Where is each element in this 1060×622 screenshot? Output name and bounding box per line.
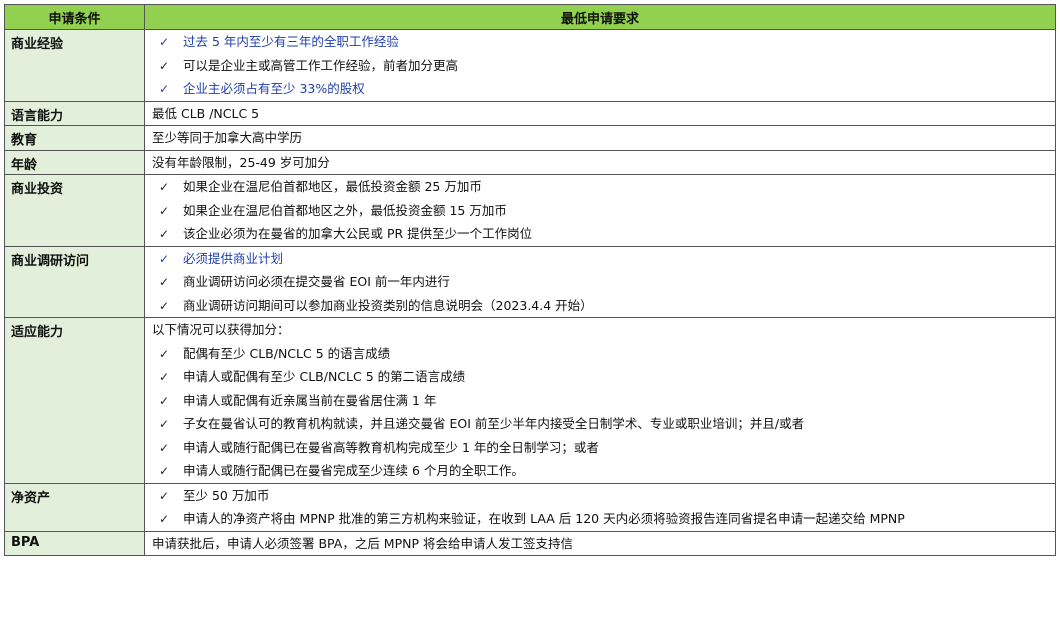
requirement-cell: 最低 CLB /NCLC 5 [144,100,1056,126]
requirement-text: 申请获批后，申请人必须签署 BPA，之后 MPNP 将会给申请人发工签支持信 [152,535,573,551]
condition-label: 教育 [4,125,145,151]
requirement-item-text: 必须提供商业计划 [183,250,284,266]
requirements-table: 申请条件 最低申请要求 商业经验 ✓ 过去 5 年内至少有三年的全职工作经验 ✓ 可以是… [4,4,1056,556]
requirement-item: ✓ 过去 5 年内至少有三年的全职工作经验 [145,30,1055,54]
table-row: 适应能力 以下情况可以获得加分： ✓ 配偶有至少 CLB/NCLC 5 的语言成绩 ✓ 申… [4,317,1056,484]
checkmark-icon: ✓ [158,275,170,289]
table-row: BPA 申请获批后，申请人必须签署 BPA，之后 MPNP 将会给申请人发工签支持… [4,530,1056,556]
checkmark-icon: ✓ [158,417,170,431]
checkmark-icon: ✓ [158,180,170,194]
condition-label: 商业投资 [4,174,145,247]
checkmark-icon: ✓ [158,440,170,455]
table-row: 商业投资 ✓ 如果企业在温尼伯首都地区，最低投资金额 25 万加币 ✓ 如果企业在温尼伯… [4,174,1056,247]
requirement-text: 最低 CLB /NCLC 5 [152,105,260,121]
requirement-item: ✓ 申请人的净资产将由 MPNP 批准的第三方机构来验证，在收到 LAA 后 12… [145,507,1055,531]
requirement-cell: 没有年龄限制，25-49 岁可加分 [144,149,1056,175]
checkmark-icon: ✓ [158,488,170,503]
header-condition: 申请条件 [4,4,145,30]
table-header-row: 申请条件 最低申请要求 [4,4,1056,30]
requirement-item: ✓ 申请人或随行配偶已在曼省高等教育机构完成至少 1 年的全日制学习；或者 [145,436,1055,460]
requirement-item: ✓ 该企业必须为在曼省的加拿大公民或 PR 提供至少一个工作岗位 [145,222,1055,246]
requirement-item: ✓ 必须提供商业计划 [145,247,1055,271]
condition-label: 商业经验 [4,29,145,102]
checkmark-icon: ✓ [158,35,170,49]
requirement-item: ✓ 子女在曼省认可的教育机构就读，并且递交曼省 EOI 前至少半年内接受全日制学术… [145,412,1055,436]
requirement-item: ✓ 如果企业在温尼伯首都地区，最低投资金额 25 万加币 [145,175,1055,199]
requirement-item-text: 企业主必须占有至少 33%的股权 [183,81,365,96]
requirement-item-text: 子女在曼省认可的教育机构就读，并且递交曼省 EOI 前至少半年内接受全日制学术、… [183,416,805,431]
requirement-item-text: 可以是企业主或高管工作工作经验，前者加分更高 [183,57,459,73]
condition-label: 净资产 [4,482,145,532]
requirement-item: ✓ 申请人或配偶有近亲属当前在曼省居住满 1 年 [145,389,1055,413]
requirement-item-text: 如果企业在温尼伯首都地区，最低投资金额 25 万加币 [183,179,482,194]
requirement-item: ✓ 企业主必须占有至少 33%的股权 [145,77,1055,101]
checkmark-icon: ✓ [158,203,170,218]
requirement-item: ✓ 至少 50 万加币 [145,484,1055,508]
requirement-item-text: 申请人或配偶有近亲属当前在曼省居住满 1 年 [183,392,437,408]
checkmark-icon: ✓ [158,346,170,361]
requirement-text: 至少等同于加拿大高中学历 [152,130,303,145]
condition-label: 适应能力 [4,317,145,484]
checkmark-icon: ✓ [158,393,170,408]
checkmark-icon: ✓ [158,82,170,96]
table-body: 商业经验 ✓ 过去 5 年内至少有三年的全职工作经验 ✓ 可以是企业主或高管工作工作经验… [4,29,1056,556]
checkmark-icon: ✓ [158,298,170,313]
requirement-item: ✓ 可以是企业主或高管工作工作经验，前者加分更高 [145,54,1055,78]
checkmark-icon: ✓ [158,512,170,526]
requirement-item: ✓ 如果企业在温尼伯首都地区之外，最低投资金额 15 万加币 [145,199,1055,223]
requirement-item-text: 申请人或随行配偶已在曼省完成至少连续 6 个月的全职工作。 [183,463,524,478]
condition-label: 年龄 [4,149,145,175]
requirement-item-text: 配偶有至少 CLB/NCLC 5 的语言成绩 [183,345,391,361]
requirement-cell: ✓ 必须提供商业计划 ✓ 商业调研访问必须在提交曼省 EOI 前一年内进行 ✓ 商业调研访… [144,245,1056,318]
condition-label: 语言能力 [4,100,145,126]
requirement-cell: 以下情况可以获得加分： ✓ 配偶有至少 CLB/NCLC 5 的语言成绩 ✓ 申请人或配… [144,317,1056,484]
requirement-intro: 以下情况可以获得加分： [152,322,290,337]
checkmark-icon: ✓ [158,251,170,266]
requirement-item: ✓ 商业调研访问必须在提交曼省 EOI 前一年内进行 [145,270,1055,294]
requirement-text: 没有年龄限制，25-49 岁可加分 [152,154,330,170]
table-row: 商业经验 ✓ 过去 5 年内至少有三年的全职工作经验 ✓ 可以是企业主或高管工作工作经验… [4,29,1056,102]
header-requirement: 最低申请要求 [144,4,1056,30]
checkmark-icon: ✓ [158,370,170,384]
requirement-item-text: 过去 5 年内至少有三年的全职工作经验 [183,34,399,49]
requirement-cell: ✓ 如果企业在温尼伯首都地区，最低投资金额 25 万加币 ✓ 如果企业在温尼伯首都地区… [144,174,1056,247]
table-row: 语言能力 最低 CLB /NCLC 5 [4,100,1056,126]
requirement-cell: 申请获批后，申请人必须签署 BPA，之后 MPNP 将会给申请人发工签支持信 [144,530,1056,556]
requirement-item-text: 申请人或配偶有至少 CLB/NCLC 5 的第二语言成绩 [183,369,466,384]
requirement-item: ✓ 配偶有至少 CLB/NCLC 5 的语言成绩 [145,342,1055,366]
checkmark-icon: ✓ [158,464,170,478]
requirement-item-text: 至少 50 万加币 [183,487,270,503]
condition-label: 商业调研访问 [4,245,145,318]
table-row: 商业调研访问 ✓ 必须提供商业计划 ✓ 商业调研访问必须在提交曼省 EOI 前一年内进行… [4,245,1056,318]
table-row: 年龄 没有年龄限制，25-49 岁可加分 [4,149,1056,175]
table-row: 教育 至少等同于加拿大高中学历 [4,125,1056,151]
condition-label: BPA [4,530,145,556]
table-row: 净资产 ✓ 至少 50 万加币 ✓ 申请人的净资产将由 MPNP 批准的第三方机构来验证… [4,482,1056,532]
requirement-item: ✓ 申请人或配偶有至少 CLB/NCLC 5 的第二语言成绩 [145,365,1055,389]
requirement-item: ✓ 商业调研访问期间可以参加商业投资类别的信息说明会（2023.4.4 开始） [145,294,1055,318]
requirement-item: ✓ 申请人或随行配偶已在曼省完成至少连续 6 个月的全职工作。 [145,459,1055,483]
requirement-cell: ✓ 至少 50 万加币 ✓ 申请人的净资产将由 MPNP 批准的第三方机构来验证，在收… [144,482,1056,532]
requirement-item-text: 申请人的净资产将由 MPNP 批准的第三方机构来验证，在收到 LAA 后 120… [183,511,905,526]
requirement-item-text: 如果企业在温尼伯首都地区之外，最低投资金额 15 万加币 [183,202,507,218]
requirement-item-text: 商业调研访问必须在提交曼省 EOI 前一年内进行 [183,274,450,289]
requirement-item-text: 商业调研访问期间可以参加商业投资类别的信息说明会（2023.4.4 开始） [183,297,593,313]
requirement-cell: 至少等同于加拿大高中学历 [144,125,1056,151]
checkmark-icon: ✓ [158,58,170,73]
requirement-cell: ✓ 过去 5 年内至少有三年的全职工作经验 ✓ 可以是企业主或高管工作工作经验，前者加… [144,29,1056,102]
requirement-item-text: 申请人或随行配偶已在曼省高等教育机构完成至少 1 年的全日制学习；或者 [183,439,599,455]
requirements-table-wrapper: 申请条件 最低申请要求 商业经验 ✓ 过去 5 年内至少有三年的全职工作经验 ✓ 可以是… [4,4,1056,556]
checkmark-icon: ✓ [158,227,170,241]
requirement-item-text: 该企业必须为在曼省的加拿大公民或 PR 提供至少一个工作岗位 [183,226,533,241]
